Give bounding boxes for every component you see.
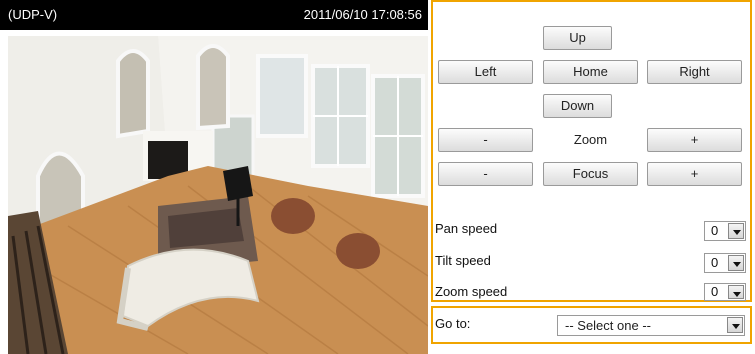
pan-right-button[interactable]: Right (647, 60, 742, 84)
zoom-speed-value: 0 (711, 284, 719, 299)
pan-speed-label: Pan speed (435, 221, 498, 236)
zoom-in-button[interactable]: + (647, 128, 742, 152)
ptz-control-panel: Up Left Home Right Down - Zoom + - Focus… (431, 0, 752, 302)
pan-up-button[interactable]: Up (543, 26, 612, 50)
focus-far-button[interactable]: + (647, 162, 742, 186)
focus-button[interactable]: Focus (543, 162, 638, 186)
pan-down-button[interactable]: Down (543, 94, 612, 118)
zoom-label: Zoom (573, 132, 608, 147)
focus-near-button[interactable]: - (438, 162, 533, 186)
stream-label: (UDP-V) (8, 7, 58, 22)
preset-select-value: -- Select one -- (565, 318, 651, 333)
timestamp: 2011/06/10 17:08:56 (303, 7, 422, 22)
video-pane: (UDP-V) 2011/06/10 17:08:56 (0, 0, 428, 354)
home-button[interactable]: Home (543, 60, 638, 84)
chevron-down-icon[interactable] (727, 317, 743, 333)
live-video-frame[interactable] (8, 36, 428, 354)
tilt-speed-value: 0 (711, 255, 719, 270)
pan-speed-select[interactable]: 0 (704, 221, 746, 241)
zoom-out-button[interactable]: - (438, 128, 533, 152)
chevron-down-icon[interactable] (728, 223, 744, 239)
pan-left-button[interactable]: Left (438, 60, 533, 84)
goto-label: Go to: (435, 316, 471, 331)
pan-speed-value: 0 (711, 223, 719, 238)
zoom-speed-select[interactable]: 0 (704, 283, 746, 301)
tilt-speed-label: Tilt speed (435, 253, 491, 268)
video-header: (UDP-V) 2011/06/10 17:08:56 (0, 0, 428, 30)
tilt-speed-select[interactable]: 0 (704, 253, 746, 273)
living-room-image (8, 36, 428, 354)
chevron-down-icon[interactable] (728, 285, 744, 299)
goto-preset-panel: Go to: -- Select one -- (431, 306, 752, 344)
preset-select[interactable]: -- Select one -- (557, 315, 745, 336)
chevron-down-icon[interactable] (728, 255, 744, 271)
zoom-speed-label: Zoom speed (435, 284, 508, 299)
